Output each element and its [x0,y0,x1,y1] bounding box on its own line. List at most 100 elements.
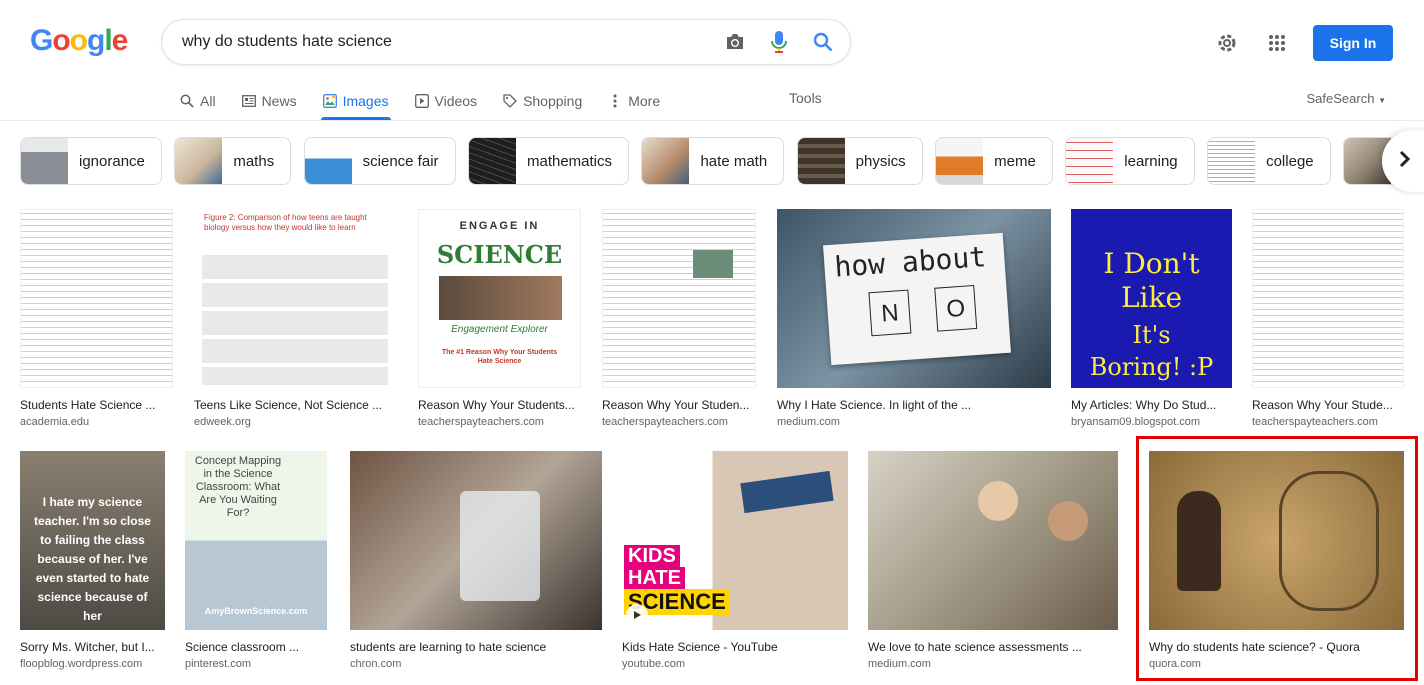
tab-label: Images [342,93,389,109]
image-icon [322,94,337,108]
apps-grid-icon[interactable] [1263,29,1291,57]
figure-heading: Figure 2: Comparison of how teens are ta… [204,213,367,232]
pin-footer: AmyBrownScience.com [204,606,308,616]
search-box[interactable] [161,19,851,65]
chip-science-fair[interactable]: science fair [303,137,456,185]
image-result[interactable]: KIDS HATE SCIENCE Kids Hate Science - Yo… [622,451,848,670]
result-title: Why do students hate science? - Quora [1149,640,1360,654]
result-thumbnail [868,451,1118,630]
image-result[interactable]: how about N O Why I Hate Science. In lig… [777,209,1051,428]
thumb-line-1: KIDS [624,545,680,568]
result-title: students are learning to hate science [350,640,547,654]
image-result[interactable]: I Don't Like It's Boring! :P My Articles… [1071,209,1232,428]
news-icon [241,94,256,108]
tab-label: News [261,93,297,109]
result-site: quora.com [1149,658,1201,670]
thumb-line-2: HATE [624,567,685,590]
image-result[interactable]: We love to hate science assessments ... … [868,451,1118,670]
chip-label: learning [1124,152,1178,170]
result-title: Science classroom ... [185,640,300,654]
tab-news[interactable]: News [241,82,309,120]
element-symbol-n: N [880,299,900,328]
result-thumbnail: Figure 2: Comparison of how teens are ta… [194,209,397,388]
poster-red-text: The #1 Reason Why Your Students Hate Sci… [441,349,558,365]
result-thumbnail: I hate my science teacher. I'm so close … [20,451,165,630]
tab-shopping[interactable]: Shopping [503,82,594,120]
result-title: Kids Hate Science - YouTube [622,640,778,654]
sign-in-button[interactable]: Sign In [1313,25,1393,61]
tools-button[interactable]: Tools [789,90,822,106]
poster-line-3: It's [1132,321,1171,349]
settings-gear-icon[interactable] [1213,29,1241,57]
google-logo[interactable]: Google [30,24,128,58]
search-icon[interactable] [810,29,836,55]
tab-label: Shopping [523,93,583,109]
search-tabs: All News Images Videos Shopping More [180,82,686,120]
chip-label: mathematics [526,152,613,170]
result-site: bryansam09.blogspot.com [1071,416,1201,428]
header-divider [0,120,1424,121]
chip-thumbnail [175,138,223,184]
chip-college[interactable]: college [1207,137,1331,185]
tab-all[interactable]: All [180,82,228,120]
chip-hate-math[interactable]: hate math [641,137,785,185]
chip-label: ignorance [79,152,145,170]
result-title: Why I Hate Science. In light of the ... [777,398,972,412]
image-result[interactable]: Reason Why Your Studen... teacherspaytea… [602,209,756,428]
image-result[interactable]: Reason Why Your Stude... teacherspayteac… [1252,209,1404,428]
result-thumbnail: ENGAGE IN SCIENCE Engagement Explorer Th… [418,209,581,388]
result-title: Sorry Ms. Witcher, but I... [20,640,155,654]
result-title: Reason Why Your Stude... [1252,398,1393,412]
tab-images[interactable]: Images [320,82,401,120]
chip-thumbnail [642,138,690,184]
result-site: floopblog.wordpress.com [20,658,143,670]
image-result[interactable]: Students Hate Science ... academia.edu [20,209,173,428]
chip-maths[interactable]: maths [174,137,292,185]
chip-learning[interactable]: learning [1065,137,1195,185]
tab-more[interactable]: More [608,82,672,120]
poster-line-1: I Don't [1103,247,1200,280]
image-result[interactable]: Why do students hate science? - Quora qu… [1149,451,1404,670]
chip-thumbnail [468,138,516,184]
image-result[interactable]: Figure 2: Comparison of how teens are ta… [194,209,397,428]
related-search-chips: ignorance maths science fair mathematics… [20,137,1424,187]
chip-thumbnail [936,138,984,184]
result-thumbnail [1252,209,1404,388]
chip-ignorance[interactable]: ignorance [20,137,162,185]
poster-line-4: Boring! :P [1089,353,1214,381]
tab-videos[interactable]: Videos [414,82,490,120]
image-result[interactable]: students are learning to hate science ch… [350,451,602,670]
chip-mathematics[interactable]: mathematics [467,137,630,185]
safesearch-button[interactable]: SafeSearch ▼ [1307,91,1386,106]
result-site: medium.com [868,658,931,670]
image-result[interactable]: ENGAGE IN SCIENCE Engagement Explorer Th… [418,209,581,428]
image-result[interactable]: Concept Mapping in the Science Classroom… [185,451,327,670]
chip-thumbnail [1066,138,1114,184]
chip-label: hate math [700,152,768,170]
more-vert-icon [608,94,622,108]
search-input[interactable] [182,33,702,51]
chip-label: science fair [362,152,439,170]
microphone-icon[interactable] [766,29,792,55]
result-site: youtube.com [622,658,685,670]
result-site: teacherspayteachers.com [602,416,728,428]
result-thumbnail: KIDS HATE SCIENCE [622,451,848,630]
result-thumbnail: I Don't Like It's Boring! :P [1071,209,1232,388]
pin-text: Concept Mapping in the Science Classroom… [194,455,282,519]
result-thumbnail: Concept Mapping in the Science Classroom… [185,451,327,630]
tab-label: More [628,93,661,109]
result-site: academia.edu [20,416,90,428]
chip-physics[interactable]: physics [796,137,923,185]
chip-thumbnail [797,138,845,184]
camera-icon[interactable] [722,29,748,55]
chip-meme[interactable]: meme [935,137,1053,185]
result-title: Reason Why Your Studen... [602,398,750,412]
result-site: pinterest.com [185,658,252,670]
chip-label: meme [994,152,1036,170]
poster-line-2: Like [1120,281,1183,314]
image-result[interactable]: I hate my science teacher. I'm so close … [20,451,165,670]
chip-label: maths [233,152,275,170]
tab-label: All [200,93,216,109]
quote-text: I hate my science teacher. I'm so close … [34,495,151,623]
tag-icon [503,94,517,108]
